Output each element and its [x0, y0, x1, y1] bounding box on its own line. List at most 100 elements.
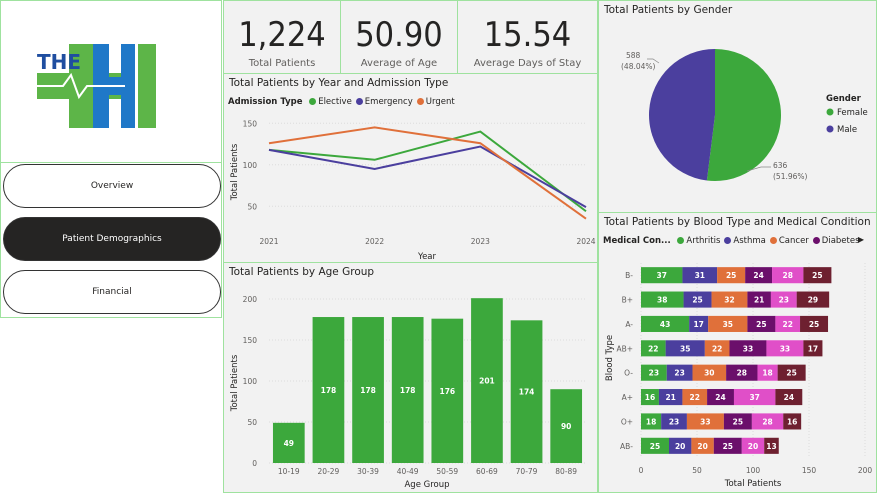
- x-tick-label: 70-79: [516, 467, 538, 476]
- bar-value-label: 49: [284, 439, 294, 448]
- legend-item[interactable]: Cancer: [766, 236, 809, 246]
- stacked-chart-panel: Total Patients by Blood Type and Medical…: [598, 212, 877, 493]
- y-tick-label: AB-: [620, 442, 633, 451]
- nav-panel: Overview Patient Demographics Financial: [0, 162, 222, 318]
- y-axis-label: Blood Type: [605, 335, 615, 381]
- nav-overview-button[interactable]: Overview: [3, 164, 221, 208]
- y-tick-label: 0: [252, 459, 257, 468]
- segment-value-label: 25: [692, 296, 702, 305]
- legend-label: Cancer: [778, 236, 809, 246]
- x-tick-label: 100: [746, 466, 761, 475]
- y-axis-label: Total Patients: [230, 354, 240, 412]
- legend-label: Female: [837, 108, 868, 118]
- pie-chart-panel: Total Patients by Gender 636 (51.96%) 588 (…: [598, 0, 877, 213]
- logo-panel: THE: [0, 0, 222, 163]
- segment-value-label: 25: [812, 271, 822, 280]
- legend-item[interactable]: Asthma: [720, 236, 766, 246]
- bar-value-label: 176: [439, 387, 455, 396]
- kpi-label: Average of Age: [360, 58, 438, 69]
- nav-financial-button[interactable]: Financial: [3, 270, 221, 314]
- legend-label: Asthma: [733, 236, 766, 246]
- y-axis-label: Total Patients: [230, 143, 240, 201]
- y-tick-label: 200: [243, 295, 258, 304]
- segment-value-label: 23: [674, 369, 684, 378]
- x-tick-label: 60-69: [476, 467, 498, 476]
- segment-value-label: 13: [766, 442, 776, 451]
- legend-dot-icon: [826, 108, 834, 116]
- segment-value-label: 17: [693, 320, 703, 329]
- x-tick-label: 10-19: [278, 467, 300, 476]
- segment-value-label: 22: [712, 344, 722, 353]
- segment-value-label: 29: [808, 296, 818, 305]
- slice-label-pct: (51.96%): [773, 172, 808, 181]
- legend-item[interactable]: Elective: [305, 97, 352, 107]
- line-chart-panel: Total Patients by Year and Admission Typ…: [223, 73, 598, 263]
- line-chart-title: Total Patients by Year and Admission Typ…: [229, 77, 449, 89]
- legend-item[interactable]: Diabetes: [809, 236, 860, 246]
- segment-value-label: 25: [809, 320, 819, 329]
- nav-patient-demographics-button[interactable]: Patient Demographics: [3, 217, 221, 261]
- legend-item[interactable]: Emergency: [352, 97, 413, 107]
- bar-value-label: 178: [400, 386, 416, 395]
- kpi-value: 1,224: [238, 15, 326, 55]
- segment-value-label: 33: [743, 344, 753, 353]
- legend-label: Urgent: [425, 97, 455, 107]
- legend-title: Medical Con...: [603, 236, 671, 246]
- segment-value-label: 28: [762, 417, 772, 426]
- x-tick-label: 200: [858, 466, 873, 475]
- slice-label-value: 588: [626, 51, 641, 60]
- kpi-label: Total Patients: [248, 58, 316, 69]
- y-tick-label: B+: [622, 296, 633, 305]
- pie-slice-male: [649, 49, 715, 181]
- legend-dot-icon: [309, 97, 317, 105]
- segment-value-label: 43: [660, 320, 670, 329]
- segment-value-label: 25: [786, 369, 796, 378]
- bar-value-label: 178: [321, 386, 337, 395]
- segment-value-label: 35: [723, 320, 733, 329]
- legend-item[interactable]: Arthritis: [673, 236, 720, 246]
- segment-value-label: 21: [665, 393, 675, 402]
- stacked-chart-legend: Medical Con... Arthritis Asthma Cancer Diab…: [603, 236, 860, 246]
- segment-value-label: 24: [784, 393, 794, 402]
- series-line-elective: [268, 130, 587, 213]
- legend-title: Gender: [826, 94, 862, 104]
- legend-dot-icon: [826, 125, 834, 133]
- y-tick-label: 150: [243, 119, 258, 128]
- legend-next-arrow-icon[interactable]: ▶: [858, 235, 864, 244]
- segment-value-label: 25: [650, 442, 660, 451]
- segment-value-label: 28: [783, 271, 793, 280]
- x-axis-label: Year: [417, 252, 437, 262]
- segment-value-label: 25: [733, 417, 743, 426]
- segment-value-label: 28: [737, 369, 747, 378]
- segment-value-label: 32: [724, 296, 734, 305]
- segment-value-label: 33: [780, 344, 790, 353]
- legend-label: Male: [837, 125, 857, 135]
- segment-value-label: 22: [648, 344, 658, 353]
- segment-value-label: 20: [675, 442, 685, 451]
- stacked-chart-title: Total Patients by Blood Type and Medical…: [604, 216, 871, 228]
- segment-value-label: 18: [646, 417, 656, 426]
- legend-label: Elective: [318, 97, 352, 107]
- logo-text: THE: [37, 50, 81, 74]
- segment-value-label: 22: [783, 320, 793, 329]
- slice-label-pct: (48.04%): [621, 62, 656, 71]
- kpi-label: Average Days of Stay: [473, 58, 582, 69]
- legend-dot-icon: [677, 236, 685, 244]
- legend-item[interactable]: Urgent: [413, 97, 455, 107]
- legend-label: Emergency: [364, 97, 413, 107]
- segment-value-label: 24: [753, 271, 763, 280]
- y-tick-label: O-: [624, 369, 633, 378]
- x-tick-label: 50-59: [436, 467, 458, 476]
- x-tick-label: 2022: [365, 237, 384, 246]
- bar-value-label: 90: [561, 422, 571, 431]
- line-chart: 50 100 150 2021 2022 2023 2024 Year Total Patien…: [230, 119, 596, 262]
- segment-value-label: 16: [645, 393, 655, 402]
- pie-chart-title: Total Patients by Gender: [604, 4, 733, 16]
- line-chart-legend: Admission Type Elective Emergency Urgent: [228, 97, 455, 107]
- x-tick-label: 2023: [471, 237, 490, 246]
- y-tick-label: B-: [625, 271, 633, 280]
- segment-value-label: 37: [749, 393, 759, 402]
- pie-chart: 636 (51.96%) 588 (48.04%) Gender Female Male: [621, 49, 868, 181]
- segment-value-label: 38: [657, 296, 667, 305]
- segment-value-label: 20: [697, 442, 707, 451]
